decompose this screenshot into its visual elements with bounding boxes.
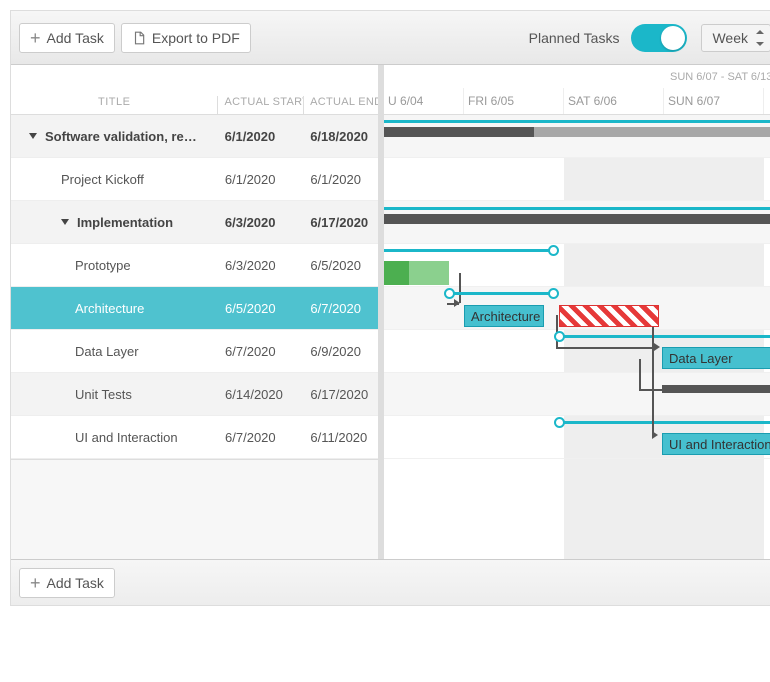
- footer-toolbar: + Add Task: [11, 559, 770, 605]
- actual-end: 6/5/2020: [304, 258, 378, 273]
- actual-start: 6/5/2020: [219, 301, 304, 316]
- gantt-app: + Add Task Export to PDF Planned Tasks W…: [10, 10, 770, 606]
- table-row[interactable]: Architecture 6/5/20206/7/2020: [11, 287, 378, 330]
- add-task-label: Add Task: [47, 30, 104, 46]
- task-title: Data Layer: [75, 344, 139, 359]
- chevron-down-icon[interactable]: [29, 133, 37, 139]
- week-range: SUN 6/07 - SAT 6/13: [664, 71, 770, 83]
- dependency-line: [639, 359, 641, 389]
- baseline: [384, 120, 770, 123]
- grid-pane: TITLE ACTUAL START ACTUAL END Software v…: [11, 65, 384, 559]
- actual-start: 6/14/2020: [219, 387, 304, 402]
- actual-end: 6/1/2020: [304, 172, 378, 187]
- baseline: [384, 207, 770, 210]
- table-row[interactable]: Software validation, re… 6/1/20206/18/202…: [11, 115, 378, 158]
- actual-start: 6/3/2020: [219, 215, 304, 230]
- plus-icon: +: [30, 576, 41, 590]
- progress-bar: [384, 261, 409, 285]
- actual-start: 6/7/2020: [219, 430, 304, 445]
- task-bar-architecture-critical[interactable]: [559, 305, 659, 327]
- task-bar-datalayer[interactable]: Data Layer: [662, 347, 770, 369]
- view-select[interactable]: Week: [701, 24, 770, 52]
- planned-toggle[interactable]: [631, 24, 687, 52]
- export-pdf-label: Export to PDF: [152, 30, 240, 46]
- chart-body: Architecture Data Layer UI and Interaction: [384, 115, 770, 559]
- actual-end: 6/17/2020: [304, 387, 378, 402]
- summary-bar: [384, 214, 770, 224]
- dependency-line: [556, 347, 656, 349]
- task-bar-ui[interactable]: UI and Interaction: [662, 433, 770, 455]
- dependency-arrow: [652, 431, 658, 439]
- actual-start: 6/1/2020: [219, 172, 304, 187]
- baseline: [449, 292, 554, 295]
- export-pdf-button[interactable]: Export to PDF: [121, 23, 251, 53]
- grid-header: TITLE ACTUAL START ACTUAL END: [11, 65, 378, 115]
- table-row[interactable]: Data Layer 6/7/20206/9/2020: [11, 330, 378, 373]
- actual-start: 6/3/2020: [219, 258, 304, 273]
- chart-pane[interactable]: SUN 6/07 - SAT 6/13 U 6/04FRI 6/05SAT 6/…: [384, 65, 770, 559]
- actual-end: 6/11/2020: [304, 430, 378, 445]
- grid-empty: [11, 459, 378, 559]
- task-title: UI and Interaction: [75, 430, 178, 445]
- task-bar-architecture[interactable]: Architecture: [464, 305, 544, 327]
- table-row[interactable]: UI and Interaction 6/7/20206/11/2020: [11, 416, 378, 459]
- dependency-arrow: [454, 299, 460, 307]
- actual-end: 6/7/2020: [304, 301, 378, 316]
- dependency-arrow: [654, 343, 660, 351]
- chevron-down-icon[interactable]: [61, 219, 69, 225]
- add-task-button-footer[interactable]: + Add Task: [19, 568, 115, 598]
- toggle-knob: [661, 26, 685, 50]
- day-header: SAT 6/06: [564, 88, 664, 114]
- planned-tasks-label: Planned Tasks: [529, 30, 620, 46]
- baseline: [559, 421, 770, 424]
- table-row[interactable]: Project Kickoff 6/1/20206/1/2020: [11, 158, 378, 201]
- day-header: SUN 6/07: [664, 88, 764, 114]
- toolbar: + Add Task Export to PDF Planned Tasks W…: [11, 11, 770, 65]
- actual-end: 6/17/2020: [304, 215, 378, 230]
- task-title: Software validation, re…: [45, 129, 197, 144]
- day-headers: U 6/04FRI 6/05SAT 6/06SUN 6/07: [384, 88, 770, 114]
- dependency-line: [652, 327, 654, 437]
- baseline: [384, 249, 554, 252]
- col-actual-start[interactable]: ACTUAL START: [218, 96, 304, 114]
- grid-rows: Software validation, re…6/1/20206/18/202…: [11, 115, 378, 459]
- day-header: U 6/04: [384, 88, 464, 114]
- summary-bar: [662, 385, 770, 393]
- task-title: Prototype: [75, 258, 131, 273]
- body: TITLE ACTUAL START ACTUAL END Software v…: [11, 65, 770, 559]
- task-title: Project Kickoff: [61, 172, 144, 187]
- chart-header: SUN 6/07 - SAT 6/13 U 6/04FRI 6/05SAT 6/…: [384, 65, 770, 115]
- progress-bar: [409, 261, 449, 285]
- task-title: Unit Tests: [75, 387, 132, 402]
- actual-end: 6/9/2020: [304, 344, 378, 359]
- add-task-button[interactable]: + Add Task: [19, 23, 115, 53]
- actual-end: 6/18/2020: [304, 129, 378, 144]
- col-actual-end[interactable]: ACTUAL END: [304, 96, 378, 114]
- baseline: [559, 335, 770, 338]
- actual-start: 6/7/2020: [219, 344, 304, 359]
- task-title: Implementation: [77, 215, 173, 230]
- col-title[interactable]: TITLE: [11, 96, 218, 114]
- add-task-label-footer: Add Task: [47, 575, 104, 591]
- plus-icon: +: [30, 31, 41, 45]
- actual-start: 6/1/2020: [219, 129, 305, 144]
- day-header: FRI 6/05: [464, 88, 564, 114]
- table-row[interactable]: Prototype 6/3/20206/5/2020: [11, 244, 378, 287]
- pdf-icon: [132, 31, 146, 45]
- task-title: Architecture: [75, 301, 144, 316]
- table-row[interactable]: Implementation 6/3/20206/17/2020: [11, 201, 378, 244]
- table-row[interactable]: Unit Tests 6/14/20206/17/2020: [11, 373, 378, 416]
- summary-progress: [384, 127, 534, 137]
